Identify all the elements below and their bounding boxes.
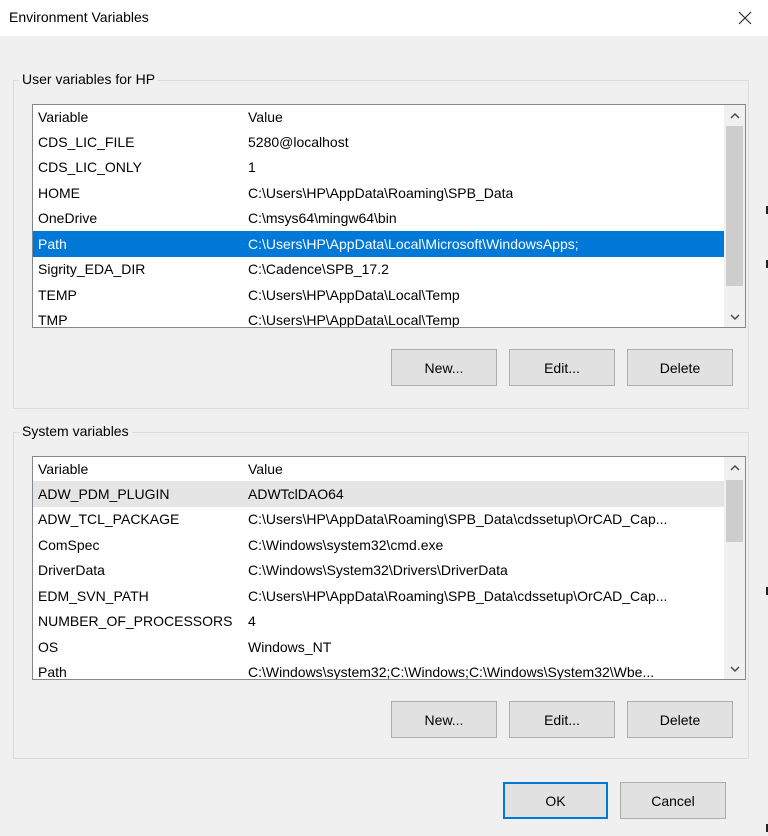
user-edit-button[interactable]: Edit...	[509, 349, 615, 386]
variable-name: OneDrive	[38, 210, 98, 227]
user-variables-group: User variables for HP Variable Value CDS…	[13, 71, 749, 409]
variable-value: C:\Users\HP\AppData\Roaming\SPB_Data\cds…	[248, 587, 668, 604]
chevron-down-icon	[730, 314, 739, 320]
scroll-thumb[interactable]	[726, 126, 743, 286]
system-variables-rows: Variable Value ADW_PDM_PLUGIN ADWTclDAO64…	[33, 457, 724, 679]
system-variables-list[interactable]: Variable Value ADW_PDM_PLUGIN ADWTclDAO64…	[32, 456, 746, 680]
variable-value: C:\Users\HP\AppData\Local\Temp	[248, 286, 460, 303]
table-row[interactable]: OS Windows_NT	[33, 634, 724, 660]
variable-value: C:\msys64\mingw64\bin	[248, 210, 397, 227]
variable-name: Path	[38, 664, 67, 679]
header-value[interactable]: Value	[248, 461, 283, 477]
table-row[interactable]: TEMP C:\Users\HP\AppData\Local\Temp	[33, 282, 724, 308]
variable-value: 5280@localhost	[248, 133, 349, 150]
header-variable[interactable]: Variable	[38, 109, 88, 125]
system-edit-button[interactable]: Edit...	[509, 701, 615, 738]
variable-value: C:\Cadence\SPB_17.2	[248, 261, 389, 278]
variable-name: DriverData	[38, 562, 105, 579]
header-value[interactable]: Value	[248, 109, 283, 125]
table-row[interactable]: Path C:\Windows\system32;C:\Windows;C:\Wi…	[33, 660, 724, 679]
user-delete-button[interactable]: Delete	[627, 349, 733, 386]
scroll-down-button[interactable]	[724, 658, 745, 679]
variable-value: C:\Users\HP\AppData\Roaming\SPB_Data\cds…	[248, 511, 668, 528]
close-button[interactable]	[722, 0, 768, 36]
table-row[interactable]: EDM_SVN_PATH C:\Users\HP\AppData\Roaming\…	[33, 583, 724, 609]
title-bar: Environment Variables	[0, 0, 768, 36]
close-icon	[738, 11, 752, 25]
system-new-button[interactable]: New...	[391, 701, 497, 738]
table-row[interactable]: HOME C:\Users\HP\AppData\Roaming\SPB_Data	[33, 180, 724, 206]
variable-value: Windows_NT	[248, 638, 332, 655]
chevron-up-icon	[730, 112, 739, 118]
variable-value: 4	[248, 613, 256, 630]
variable-name: Path	[38, 235, 67, 252]
user-list-scrollbar[interactable]	[724, 105, 745, 327]
variable-name: TEMP	[38, 286, 77, 303]
system-delete-button[interactable]: Delete	[627, 701, 733, 738]
table-row[interactable]: ComSpec C:\Windows\system32\cmd.exe	[33, 532, 724, 558]
system-list-scrollbar[interactable]	[724, 457, 745, 679]
table-row[interactable]: ADW_PDM_PLUGIN ADWTclDAO64	[33, 481, 724, 507]
table-row[interactable]: CDS_LIC_FILE 5280@localhost	[33, 129, 724, 155]
table-row[interactable]: Sigrity_EDA_DIR C:\Cadence\SPB_17.2	[33, 257, 724, 283]
user-new-button[interactable]: New...	[391, 349, 497, 386]
variable-value: C:\Users\HP\AppData\Local\Microsoft\Wind…	[248, 235, 579, 252]
variable-value: C:\Windows\System32\Drivers\DriverData	[248, 562, 508, 579]
ok-button[interactable]: OK	[503, 782, 608, 819]
user-variables-label: User variables for HP	[19, 71, 159, 87]
table-row[interactable]: OneDrive C:\msys64\mingw64\bin	[33, 206, 724, 232]
table-row[interactable]: TMP C:\Users\HP\AppData\Local\Temp	[33, 308, 724, 327]
table-row[interactable]: NUMBER_OF_PROCESSORS 4	[33, 609, 724, 635]
variable-name: TMP	[38, 312, 68, 327]
table-row[interactable]: DriverData C:\Windows\System32\Drivers\Dr…	[33, 558, 724, 584]
list-header[interactable]: Variable Value	[33, 105, 724, 129]
window-title: Environment Variables	[9, 9, 149, 25]
variable-name: ADW_TCL_PACKAGE	[38, 511, 180, 528]
user-variables-rows: Variable Value CDS_LIC_FILE 5280@localhos…	[33, 105, 724, 327]
table-row[interactable]: ADW_TCL_PACKAGE C:\Users\HP\AppData\Roami…	[33, 507, 724, 533]
system-variables-label: System variables	[19, 423, 132, 439]
scroll-down-button[interactable]	[724, 306, 745, 327]
variable-name: HOME	[38, 184, 80, 201]
variable-name: ComSpec	[38, 536, 100, 553]
variable-name: Sigrity_EDA_DIR	[38, 261, 146, 278]
variable-value: C:\Windows\system32;C:\Windows;C:\Window…	[248, 664, 655, 679]
variable-name: EDM_SVN_PATH	[38, 587, 149, 604]
scroll-thumb[interactable]	[726, 480, 743, 542]
header-variable[interactable]: Variable	[38, 461, 88, 477]
table-row[interactable]: Path C:\Users\HP\AppData\Local\Microsoft\…	[33, 231, 724, 257]
user-variables-list[interactable]: Variable Value CDS_LIC_FILE 5280@localhos…	[32, 104, 746, 328]
variable-name: ADW_PDM_PLUGIN	[38, 485, 170, 502]
chevron-down-icon	[730, 666, 739, 672]
variable-name: CDS_LIC_ONLY	[38, 159, 143, 176]
scroll-up-button[interactable]	[724, 457, 745, 478]
variable-value: 1	[248, 159, 256, 176]
variable-value: ADWTclDAO64	[248, 485, 344, 502]
variable-value: C:\Windows\system32\cmd.exe	[248, 536, 444, 553]
system-variables-group: System variables Variable Value ADW_PDM_…	[13, 423, 749, 759]
variable-name: OS	[38, 638, 59, 655]
variable-name: NUMBER_OF_PROCESSORS	[38, 613, 233, 630]
variable-value: C:\Users\HP\AppData\Roaming\SPB_Data	[248, 184, 514, 201]
scroll-up-button[interactable]	[724, 105, 745, 126]
chevron-up-icon	[730, 464, 739, 470]
list-header[interactable]: Variable Value	[33, 457, 724, 481]
variable-name: CDS_LIC_FILE	[38, 133, 135, 150]
variable-value: C:\Users\HP\AppData\Local\Temp	[248, 312, 460, 327]
table-row[interactable]: CDS_LIC_ONLY 1	[33, 155, 724, 181]
cancel-button[interactable]: Cancel	[620, 782, 726, 819]
